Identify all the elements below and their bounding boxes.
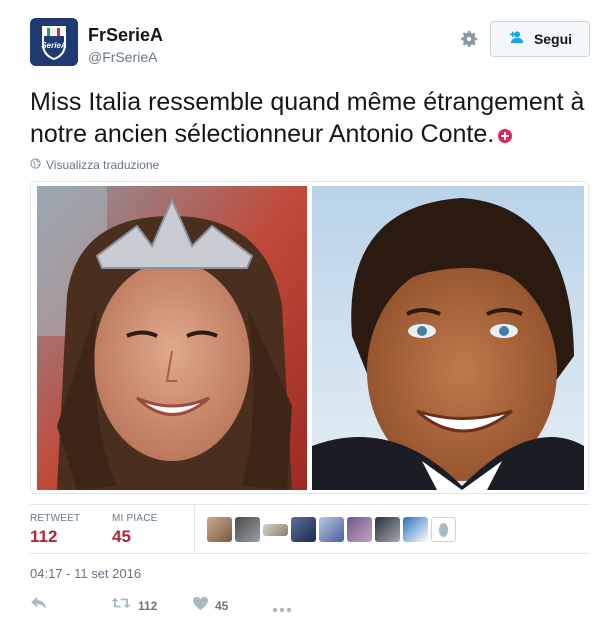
translate-link[interactable]: Visualizza traduzione: [30, 158, 159, 172]
tweet-text: Miss Italia ressemble quand même étrange…: [30, 86, 590, 150]
avatar[interactable]: SerieA: [30, 18, 78, 66]
likes-stat-label: MI PIACE: [112, 513, 158, 524]
retweet-count: 112: [138, 598, 158, 613]
liker-avatar[interactable]: [235, 517, 260, 542]
tweet-header: SerieA FrSerieA @FrSerieA Segui: [30, 18, 590, 72]
liker-avatar[interactable]: [347, 517, 372, 542]
globe-icon: [30, 158, 41, 172]
retweet-stat-value: 112: [30, 527, 58, 546]
serie-a-shield-logo-icon: SerieA: [30, 18, 78, 66]
like-button[interactable]: 45: [192, 596, 228, 616]
liker-avatar[interactable]: [403, 517, 428, 542]
likers-list: [207, 517, 456, 542]
media-container[interactable]: [30, 181, 589, 494]
more-icon: [272, 600, 292, 618]
screen-name[interactable]: @FrSerieA: [88, 49, 157, 65]
follow-button-label: Segui: [533, 31, 573, 47]
stats-divider: [194, 505, 195, 553]
red-plus-circle-icon: [498, 129, 513, 143]
display-name[interactable]: FrSerieA: [88, 25, 163, 46]
liker-avatar[interactable]: [319, 517, 344, 542]
add-user-icon: [508, 30, 528, 49]
follow-button[interactable]: Segui: [490, 21, 590, 57]
woman-wearing-tiara-photo[interactable]: [37, 186, 307, 490]
gear-icon[interactable]: [458, 28, 480, 50]
likes-stat-value: 45: [112, 527, 131, 546]
retweet-button[interactable]: 112: [110, 596, 157, 615]
liker-avatar[interactable]: [291, 517, 316, 542]
smiling-man-photo[interactable]: [312, 186, 584, 490]
liker-avatar[interactable]: [207, 517, 232, 542]
svg-text:SerieA: SerieA: [41, 41, 67, 50]
tweet-timestamp[interactable]: 04:17 - 11 set 2016: [30, 566, 141, 581]
more-button[interactable]: [272, 600, 292, 618]
liker-avatar[interactable]: [375, 517, 400, 542]
retweet-stat-label: RETWEET: [30, 513, 81, 524]
reply-button[interactable]: [30, 596, 48, 615]
tweet-stats: RETWEET 112 MI PIACE 45: [30, 504, 590, 554]
reply-icon: [30, 596, 48, 615]
like-count: 45: [215, 599, 229, 613]
retweet-icon: [110, 596, 132, 615]
heart-icon: [192, 596, 209, 616]
liker-avatar[interactable]: [263, 524, 288, 536]
likes-stat[interactable]: MI PIACE 45: [112, 513, 158, 547]
liker-avatar[interactable]: [431, 517, 456, 542]
retweet-stat[interactable]: RETWEET 112: [30, 513, 80, 547]
tweet-actions: 112 45: [30, 596, 330, 616]
translate-label: Visualizza traduzione: [46, 158, 160, 172]
